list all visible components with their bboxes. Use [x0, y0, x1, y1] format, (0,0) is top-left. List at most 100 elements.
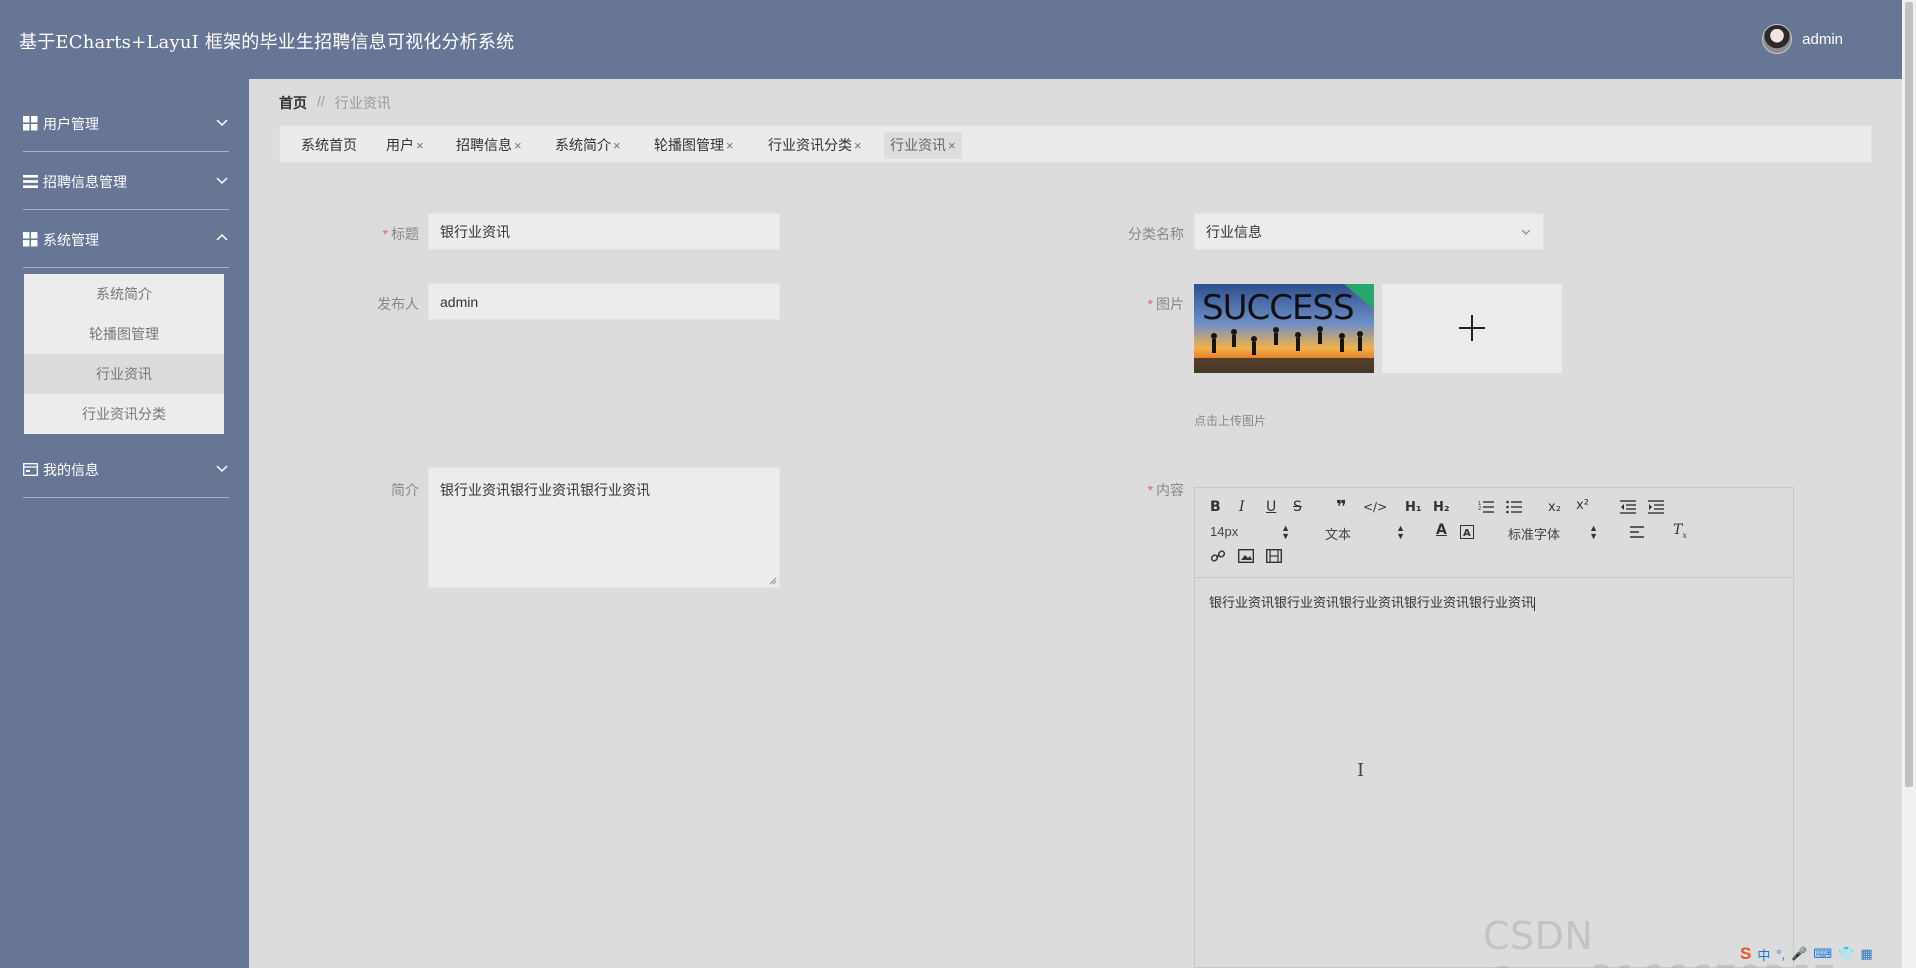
outdent-icon[interactable]: [1620, 500, 1636, 514]
ime-logo-icon[interactable]: S: [1740, 944, 1751, 964]
system-submenu: 系统简介 轮播图管理 行业资讯 行业资讯分类: [24, 274, 224, 434]
close-icon[interactable]: ×: [514, 138, 522, 153]
uploaded-image-thumbnail[interactable]: SUCCESS: [1194, 284, 1374, 373]
bullet-list-icon[interactable]: [1506, 500, 1522, 514]
tab-label: 招聘信息: [456, 137, 512, 153]
sidebar-group-label: 我的信息: [43, 462, 99, 478]
menu-grid-icon[interactable]: ▦: [1860, 946, 1872, 962]
font-family-select[interactable]: 标准字体 ▲ ▼: [1508, 524, 1598, 543]
sidebar: 用户管理 招聘信息管理 系统管理 系统简介 轮播图管理 行业资讯 行业资讯分类 …: [0, 79, 249, 968]
category-label: 分类名称: [1104, 224, 1184, 244]
tab-label: 系统首页: [301, 137, 357, 153]
publisher-label: 发布人: [339, 294, 419, 314]
content-label: * 内容: [1104, 480, 1184, 500]
font-family-value: 标准字体: [1508, 527, 1561, 542]
strike-icon[interactable]: S: [1293, 499, 1302, 515]
subscript-icon[interactable]: x₂: [1548, 500, 1561, 515]
tab-industry-news[interactable]: 行业资讯 ×: [884, 132, 962, 159]
sidebar-item-user-management[interactable]: 用户管理: [23, 94, 229, 152]
clear-format-icon[interactable]: Tx: [1673, 522, 1687, 540]
breadcrumb-home[interactable]: 首页: [279, 93, 307, 113]
skin-icon[interactable]: 👕: [1838, 946, 1854, 962]
background-color-icon[interactable]: A: [1460, 525, 1474, 539]
user-avatar[interactable]: [1762, 24, 1793, 54]
close-icon[interactable]: ×: [726, 138, 734, 153]
text-color-icon[interactable]: A: [1436, 522, 1447, 538]
microphone-icon[interactable]: 🎤: [1791, 946, 1807, 962]
image-icon[interactable]: [1238, 549, 1254, 563]
ime-punctuation[interactable]: °,: [1776, 947, 1785, 962]
bold-icon[interactable]: B: [1210, 499, 1221, 515]
submenu-item-industry-news[interactable]: 行业资讯: [24, 354, 224, 394]
submenu-item-system-intro[interactable]: 系统简介: [24, 274, 224, 314]
ime-toolbar[interactable]: S 中 °, 🎤 ⌨ 👕 ▦: [1740, 944, 1873, 964]
title-label: * 标题: [339, 224, 419, 244]
blockquote-icon[interactable]: ❞: [1336, 497, 1347, 518]
superscript-icon[interactable]: x²: [1576, 498, 1589, 513]
close-icon[interactable]: ×: [416, 138, 424, 153]
editor-content-text: 银行业资讯银行业资讯银行业资讯银行业资讯银行业资讯: [1209, 595, 1535, 610]
summary-label-text: 简介: [391, 482, 419, 498]
tab-system-intro[interactable]: 系统简介 ×: [549, 132, 627, 159]
tab-news-category[interactable]: 行业资讯分类 ×: [762, 132, 868, 159]
category-label-text: 分类名称: [1128, 226, 1184, 242]
tab-carousel[interactable]: 轮播图管理 ×: [648, 132, 740, 159]
editor-toolbar: B I U S ❞ </> H₁ H₂ 12 x₂ x² 14px ▲ ▼ 文本 ▲ ▼…: [1195, 488, 1793, 578]
svg-text:SUCCESS: SUCCESS: [1202, 288, 1354, 328]
font-size-select[interactable]: 14px ▲ ▼: [1210, 523, 1290, 541]
divider: [23, 267, 229, 268]
align-left-icon[interactable]: [1630, 526, 1646, 538]
category-select[interactable]: 行业信息: [1194, 213, 1544, 250]
updown-icon: ▲ ▼: [1281, 523, 1290, 541]
video-icon[interactable]: [1266, 549, 1282, 563]
code-icon[interactable]: </>: [1363, 500, 1387, 514]
indent-icon[interactable]: [1648, 500, 1664, 514]
divider: [23, 497, 229, 498]
tab-system-home[interactable]: 系统首页: [295, 132, 363, 159]
submenu-item-news-category[interactable]: 行业资讯分类: [24, 394, 224, 434]
upload-image-button[interactable]: [1382, 284, 1562, 373]
plus-icon-vertical: [1471, 315, 1473, 341]
close-icon[interactable]: ×: [948, 138, 956, 153]
publisher-input[interactable]: admin: [428, 283, 780, 320]
ordered-list-icon[interactable]: 12: [1478, 500, 1494, 514]
ime-language[interactable]: 中: [1757, 945, 1770, 964]
tab-recruitment-info[interactable]: 招聘信息 ×: [450, 132, 528, 159]
paragraph-value: 文本: [1325, 527, 1352, 542]
image-label-text: 图片: [1156, 296, 1184, 312]
keyboard-icon[interactable]: ⌨: [1813, 946, 1832, 962]
chevron-up-icon: [216, 233, 228, 241]
summary-textarea[interactable]: 银行业资讯银行业资讯银行业资讯: [428, 467, 780, 588]
breadcrumb-separator: //: [317, 93, 325, 109]
summary-label: 简介: [339, 480, 419, 500]
underline-icon[interactable]: U: [1266, 499, 1276, 515]
image-label: * 图片: [1104, 294, 1184, 314]
sidebar-item-system-management[interactable]: 系统管理: [23, 210, 229, 268]
link-icon[interactable]: [1210, 548, 1226, 564]
username-label[interactable]: admin: [1802, 31, 1843, 48]
list-icon: [23, 175, 38, 188]
page-scrollbar[interactable]: [1902, 0, 1916, 968]
title-input[interactable]: 银行业资讯: [428, 213, 780, 250]
submenu-item-carousel[interactable]: 轮播图管理: [24, 314, 224, 354]
publisher-input-value: admin: [440, 293, 479, 310]
resize-handle-icon[interactable]: [769, 577, 777, 585]
italic-icon[interactable]: I: [1239, 499, 1245, 515]
sidebar-item-my-info[interactable]: 我的信息: [23, 440, 229, 498]
required-mark: *: [1147, 296, 1153, 312]
h2-icon[interactable]: H₂: [1433, 500, 1450, 515]
close-icon[interactable]: ×: [854, 138, 862, 153]
tab-user[interactable]: 用户 ×: [380, 132, 430, 159]
editor-content[interactable]: 银行业资讯银行业资讯银行业资讯银行业资讯银行业资讯: [1195, 578, 1793, 625]
category-select-value: 行业信息: [1206, 223, 1262, 240]
h1-icon[interactable]: H₁: [1405, 500, 1422, 515]
tab-label: 行业资讯: [890, 137, 946, 153]
grid-icon: [23, 116, 38, 131]
breadcrumb-current: 行业资讯: [334, 95, 391, 111]
close-icon[interactable]: ×: [613, 138, 621, 153]
paragraph-select[interactable]: 文本 ▲ ▼: [1325, 524, 1405, 543]
text-caret: [1534, 596, 1536, 611]
scrollbar-thumb[interactable]: [1905, 2, 1913, 787]
user-menu[interactable]: admin: [1762, 24, 1843, 54]
sidebar-item-recruitment-management[interactable]: 招聘信息管理: [23, 152, 229, 210]
